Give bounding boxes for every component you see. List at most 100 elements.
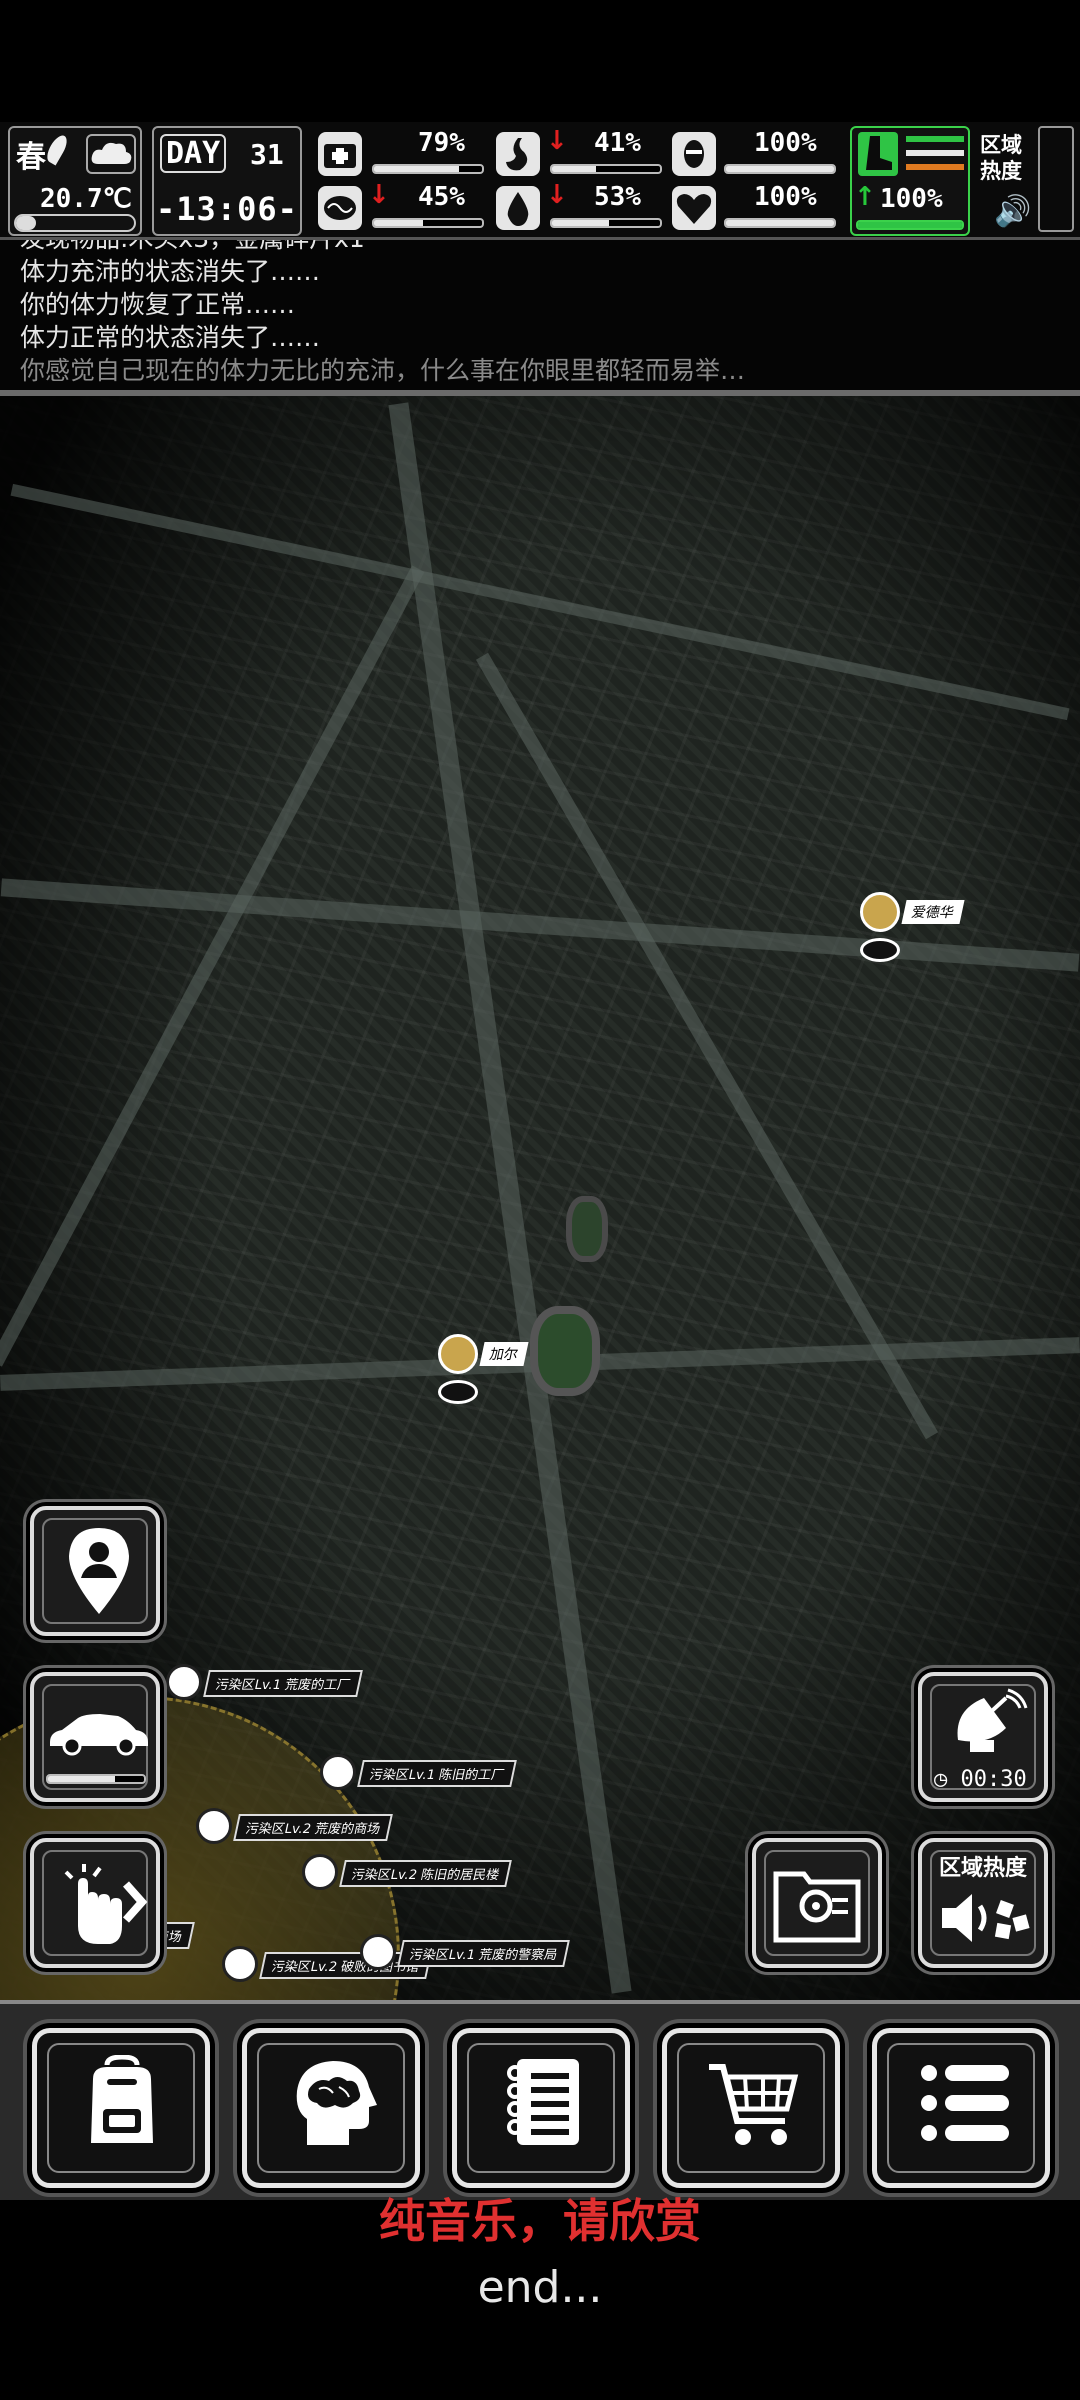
stomach-down-arrow: ↓ bbox=[546, 126, 568, 156]
stamina-value: 100% bbox=[754, 128, 817, 158]
npc-name: 加尔 bbox=[479, 1342, 529, 1366]
mood-value: 45% bbox=[418, 182, 465, 212]
zone-heat-label: 区域 热度 bbox=[980, 133, 1022, 183]
status-bar: 春 20.7℃ DAY 31 -13:06- 79% ↓ 45% ↓ 41% ↓… bbox=[0, 122, 1080, 240]
radar-timer-value: 00:30 bbox=[960, 1767, 1027, 1792]
speaker-icon bbox=[942, 1894, 1030, 1942]
water-value: 53% bbox=[594, 182, 641, 212]
location-marker[interactable]: 污染区Lv.2 荒废的商场 bbox=[196, 1808, 394, 1844]
log-line: 发现物品:木头x3，金属碎片x1 bbox=[0, 240, 1080, 255]
satellite-map[interactable]: 爱德华 加尔 污染区Lv.1 荒废的工厂 污染区Lv.1 陈旧的工厂 污染区Lv… bbox=[0, 396, 1080, 2000]
medkit-icon bbox=[318, 132, 362, 176]
location-marker[interactable]: 污染区Lv.1 荒废的工厂 bbox=[166, 1664, 364, 1700]
zone-heat-toggle[interactable]: 区域 热度 🔊 bbox=[980, 126, 1036, 236]
map-folder-button[interactable] bbox=[752, 1838, 882, 1968]
apartment-icon bbox=[302, 1854, 338, 1890]
day-clock-panel: DAY 31 -13:06- bbox=[152, 126, 302, 236]
location-marker[interactable]: 污染区Lv.1 荒废的警察局 bbox=[360, 1934, 571, 1970]
npc-avatar bbox=[438, 1334, 478, 1374]
health-bar bbox=[372, 164, 484, 174]
mood-bar bbox=[372, 218, 484, 228]
stomach-value: 41% bbox=[594, 128, 641, 158]
menu-icon bbox=[921, 2065, 1009, 2141]
stamina-bar bbox=[724, 164, 836, 174]
action-button[interactable] bbox=[30, 1838, 160, 1968]
leg-bar bbox=[856, 220, 964, 230]
map-road bbox=[0, 565, 425, 1367]
temperature-value: 20.7℃ bbox=[40, 184, 132, 214]
location-label: 污染区Lv.2 荒废的商场 bbox=[233, 1814, 394, 1841]
journal-button[interactable] bbox=[452, 2028, 630, 2188]
log-line: 体力充沛的状态消失了…… bbox=[20, 257, 321, 286]
shop-button[interactable] bbox=[662, 2028, 840, 2188]
location-marker[interactable]: 污染区Lv.1 陈旧的工厂 bbox=[320, 1754, 518, 1790]
fuel-bar bbox=[46, 1774, 146, 1784]
boot-icon bbox=[858, 132, 898, 176]
season-label: 春 bbox=[16, 140, 46, 175]
stadium bbox=[530, 1306, 600, 1396]
notebook-icon bbox=[507, 2059, 579, 2145]
radar-button[interactable]: ◷ 00:30 bbox=[918, 1672, 1048, 1802]
brain-mood-icon bbox=[318, 186, 362, 230]
leg-up-arrow: ↑ bbox=[854, 182, 876, 212]
person-pin-icon bbox=[69, 1528, 129, 1614]
speaker-small-icon: 🔊 bbox=[994, 194, 1032, 229]
log-line: 你感觉自己现在的体力无比的充沛，什么事在你眼里都轻而易举… bbox=[20, 356, 746, 385]
location-marker[interactable]: 污染区Lv.2 陈旧的居民楼 bbox=[302, 1854, 513, 1890]
npc-marker[interactable]: 加尔 bbox=[438, 1334, 529, 1404]
menu-button[interactable] bbox=[872, 2028, 1050, 2188]
health-value: 79% bbox=[418, 128, 465, 158]
season-weather-panel: 春 20.7℃ bbox=[8, 126, 142, 236]
location-label: 污染区Lv.1 陈旧的工厂 bbox=[357, 1760, 518, 1787]
water-drop-icon bbox=[496, 186, 540, 230]
mood-down-arrow: ↓ bbox=[368, 180, 390, 210]
backpack-icon bbox=[91, 2055, 153, 2143]
factory-icon bbox=[166, 1664, 202, 1700]
stomach-bar bbox=[550, 164, 662, 174]
mall-icon bbox=[196, 1808, 232, 1844]
stomach-icon bbox=[496, 132, 540, 176]
car-icon bbox=[50, 1714, 148, 1756]
skills-button[interactable] bbox=[242, 2028, 420, 2188]
leg-value: 100% bbox=[880, 184, 943, 214]
map-folder-icon bbox=[773, 1871, 861, 1943]
character-location-button[interactable] bbox=[30, 1506, 160, 1636]
music-caption: 纯音乐，请欣赏 bbox=[379, 2194, 701, 2248]
log-line: 体力正常的状态消失了…… bbox=[20, 323, 321, 352]
cart-icon bbox=[709, 2064, 799, 2145]
map-road bbox=[0, 878, 1080, 972]
zone-heat-button-label: 区域热度 bbox=[938, 1856, 1027, 1881]
scroll-slot[interactable] bbox=[1038, 126, 1074, 232]
npc-name: 爱德华 bbox=[901, 900, 965, 924]
npc-avatar bbox=[860, 892, 900, 932]
thermometer-icon bbox=[14, 214, 136, 232]
satellite-dish-icon bbox=[957, 1688, 1028, 1752]
location-label: 污染区Lv.2 陈旧的居民楼 bbox=[339, 1860, 513, 1887]
npc-pin bbox=[438, 1380, 478, 1404]
location-label: 污染区Lv.1 荒废的工厂 bbox=[203, 1670, 364, 1697]
cloud-icon bbox=[86, 134, 136, 174]
log-line: 你的体力恢复了正常…… bbox=[20, 290, 296, 319]
bottom-nav bbox=[0, 2000, 1080, 2200]
police-icon bbox=[360, 1934, 396, 1970]
water-down-arrow: ↓ bbox=[546, 180, 568, 210]
location-marker[interactable]: 污染区Lv.2 破败的图书馆 bbox=[222, 1946, 433, 1982]
location-label: 污染区Lv.1 荒废的警察局 bbox=[397, 1940, 571, 1967]
factory-icon bbox=[320, 1754, 356, 1790]
zone-heat-button[interactable]: 区域热度 bbox=[918, 1838, 1048, 1968]
npc-marker[interactable]: 爱德华 bbox=[860, 892, 965, 962]
backpack-button[interactable] bbox=[32, 2028, 210, 2188]
clock-display: -13:06- bbox=[156, 190, 298, 228]
leg-status-panel[interactable]: ↑ 100% bbox=[850, 126, 970, 236]
water-bar bbox=[550, 218, 662, 228]
heart-bar bbox=[724, 218, 836, 228]
vehicle-button[interactable] bbox=[30, 1672, 160, 1802]
npc-pin bbox=[860, 938, 900, 962]
stadium bbox=[566, 1196, 608, 1262]
message-log[interactable]: 发现物品:木头x3，金属碎片x1 体力充沛的状态消失了…… 你的体力恢复了正常…… bbox=[0, 240, 1080, 390]
feather-icon bbox=[43, 132, 71, 166]
radar-timer: ◷ 00:30 bbox=[934, 1767, 1027, 1792]
injury-lines bbox=[906, 136, 964, 172]
day-label: DAY bbox=[160, 134, 227, 173]
stamina-icon bbox=[672, 132, 716, 176]
